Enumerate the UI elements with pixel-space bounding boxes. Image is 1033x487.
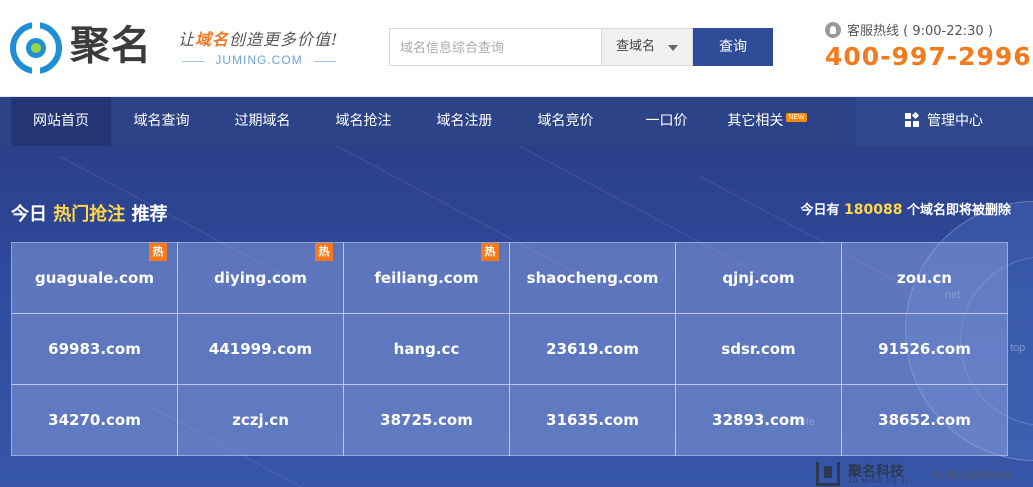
domain-cell[interactable]: qjnj.com	[675, 242, 842, 314]
nav-label: 域名竞价	[537, 113, 594, 129]
hot-domains-title: 今日 热门抢注 推荐	[11, 200, 168, 226]
domain-name: sdsr.com	[721, 340, 796, 358]
domain-name: diying.com	[214, 269, 307, 287]
nav-item-home[interactable]: 网站首页	[11, 97, 111, 146]
main-nav: 网站首页 域名查询 过期域名 域名抢注 域名注册 域名竞价 一口价 其它相关 NE…	[0, 97, 1033, 146]
nav-label: 过期域名	[234, 113, 291, 129]
domain-name: 91526.com	[878, 340, 971, 358]
domain-name: hang.cc	[393, 340, 460, 358]
nav-item-fixed-price[interactable]: 一口价	[616, 97, 717, 146]
domain-cell[interactable]: 441999.com	[177, 313, 344, 385]
nav-item-expired-domains[interactable]: 过期域名	[212, 97, 313, 146]
domain-cell[interactable]: zou.cn	[841, 242, 1008, 314]
domain-name: 441999.com	[208, 340, 313, 358]
brand-name[interactable]: 聚名	[70, 20, 152, 72]
nav-label: 网站首页	[33, 113, 89, 129]
juming-tech-logo-icon	[816, 462, 840, 486]
domain-cell[interactable]: feiliang.com 热	[343, 242, 510, 314]
domain-cell[interactable]: 38652.com	[841, 384, 1008, 456]
footer-logo-pinyin: JU MING KE JI	[848, 478, 909, 485]
delete-count: 180088	[844, 202, 903, 218]
nav-label: 域名抢注	[335, 113, 392, 129]
domain-grid: guaguale.com 热 diying.com 热 feiliang.com 热 sha…	[11, 242, 1008, 456]
admin-center-button[interactable]: 管理中心	[855, 97, 1033, 146]
search-button[interactable]: 查询	[693, 28, 773, 66]
admin-center-label: 管理中心	[927, 113, 983, 129]
footer-logo-desc: 中小型企业综合服务商	[931, 471, 1011, 480]
domain-name: 38725.com	[380, 411, 473, 429]
search-type-dropdown[interactable]: 查域名	[601, 28, 693, 66]
hotline-label-text: 客服热线 ( 9:00-22:30 )	[847, 24, 993, 39]
search-bar: 查域名 查询	[389, 28, 774, 66]
floating-word: top	[1010, 342, 1026, 354]
domain-cell[interactable]: 91526.com	[841, 313, 1008, 385]
nav-item-domain-search[interactable]: 域名查询	[111, 97, 212, 146]
chevron-down-icon	[668, 45, 678, 51]
nav-label: 域名查询	[133, 113, 190, 129]
title-suffix: 推荐	[131, 204, 168, 225]
search-input[interactable]	[389, 28, 601, 66]
domain-cell[interactable]: shaocheng.com	[509, 242, 676, 314]
domain-name: 23619.com	[546, 340, 639, 358]
headset-icon	[825, 22, 841, 38]
domain-cell[interactable]: 23619.com	[509, 313, 676, 385]
title-prefix: 今日	[11, 204, 47, 225]
domain-cell[interactable]: sdsr.com	[675, 313, 842, 385]
domain-cell[interactable]: 34270.com	[11, 384, 178, 456]
header: 聚名 让域名创造更多价值! JUMING.COM 查域名 查询 客服热线 ( 9…	[0, 0, 1033, 97]
domain-name: shaocheng.com	[526, 269, 659, 287]
site-url: JUMING.COM	[182, 53, 336, 67]
slogan: 让域名创造更多价值!	[178, 26, 338, 50]
slogan-suffix: 创造更多价值!	[229, 30, 339, 49]
hot-badge: 热	[481, 243, 499, 261]
domain-name: guaguale.com	[35, 269, 154, 287]
domain-cell[interactable]: 38725.com	[343, 384, 510, 456]
domain-name: zou.cn	[897, 269, 952, 287]
delete-prefix: 今日有	[800, 203, 840, 218]
domain-name: feiliang.com	[374, 269, 479, 287]
domain-name: 31635.com	[546, 411, 639, 429]
domain-name: 32893.com	[712, 411, 805, 429]
domain-name: qjnj.com	[722, 269, 795, 287]
hot-badge: 热	[315, 243, 333, 261]
nav-label: 一口价	[645, 113, 688, 129]
hotline-label: 客服热线 ( 9:00-22:30 )	[825, 20, 993, 39]
new-badge: NEW	[786, 113, 807, 122]
nav-item-domain-register[interactable]: 域名注册	[414, 97, 515, 146]
nav-label: 域名注册	[436, 113, 493, 129]
domain-cell[interactable]: guaguale.com 热	[11, 242, 178, 314]
domain-name: zczj.cn	[232, 411, 289, 429]
hot-badge: 热	[149, 243, 167, 261]
nav-label: 其它相关	[727, 113, 784, 129]
domain-name: 38652.com	[878, 411, 971, 429]
domain-cell[interactable]: 69983.com	[11, 313, 178, 385]
hotline-number: 400-997-2996	[825, 42, 1032, 71]
slogan-prefix: 让	[178, 30, 196, 49]
hot-domains-banner: net top site 今日 热门抢注 推荐 今日有 180088 个域名即将…	[0, 146, 1033, 487]
domain-cell[interactable]: 31635.com	[509, 384, 676, 456]
slogan-highlight: 域名	[195, 30, 230, 49]
nav-item-domain-snatch[interactable]: 域名抢注	[313, 97, 414, 146]
domain-cell[interactable]: zczj.cn	[177, 384, 344, 456]
domain-cell[interactable]: 32893.com	[675, 384, 842, 456]
title-highlight: 热门抢注	[53, 204, 126, 225]
juming-logo-icon[interactable]	[10, 22, 62, 74]
grid-icon	[905, 111, 920, 127]
domain-cell[interactable]: hang.cc	[343, 313, 510, 385]
domain-cell[interactable]: diying.com 热	[177, 242, 344, 314]
deleting-count-note: 今日有 180088 个域名即将被删除	[800, 199, 1011, 218]
nav-item-other[interactable]: 其它相关 NEW	[717, 97, 817, 146]
domain-name: 69983.com	[48, 340, 141, 358]
domain-name: 34270.com	[48, 411, 141, 429]
nav-item-domain-auction[interactable]: 域名竞价	[515, 97, 616, 146]
search-type-label: 查域名	[616, 39, 656, 54]
delete-suffix: 个域名即将被删除	[906, 203, 1011, 218]
